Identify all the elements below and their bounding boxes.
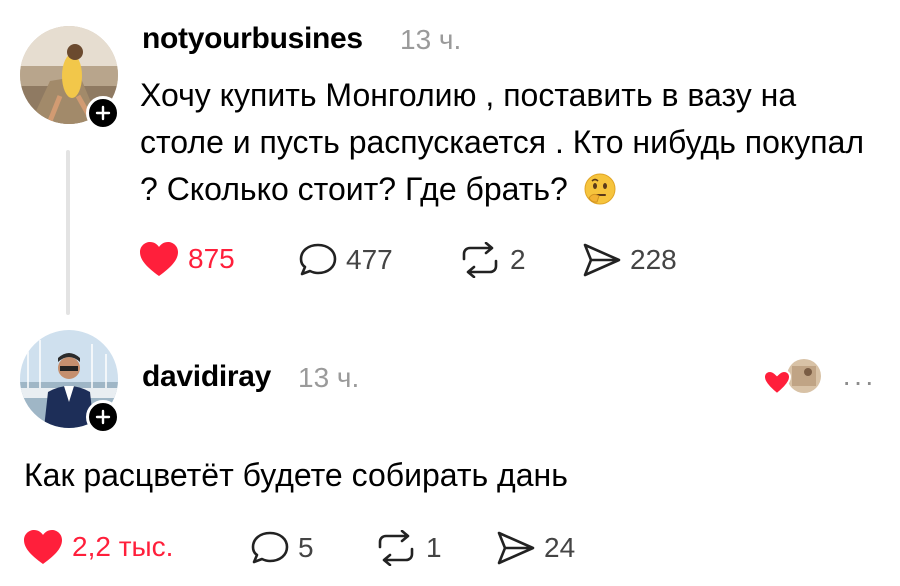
post-share-count: 228 [630,244,677,275]
post-comment-count: 477 [346,244,393,275]
heart-filled-icon [24,530,62,564]
reply-share-button[interactable]: 24 [496,530,575,566]
post-like-count: 875 [188,243,235,274]
thinking-face-icon [583,172,617,219]
comment-bubble-icon [251,531,289,564]
post-text: Хочу купить Монголию , поставить в вазу … [140,72,880,219]
plus-icon [95,409,111,425]
reply-text: Как расцветёт будете собирать дань [24,457,568,493]
reply-share-count: 24 [544,532,576,563]
repost-icon [378,530,414,566]
post-repost-button[interactable]: 2 [458,242,526,278]
follow-plus-button[interactable] [86,96,120,130]
more-options-button[interactable]: ··· [842,366,876,398]
reply-like-count: 2,2 тыс. [72,531,174,562]
author-like-heart-icon [762,359,821,396]
comment-bubble-icon [299,243,337,276]
reply-comment-count: 5 [298,532,314,563]
follow-plus-button[interactable] [86,400,120,434]
author-liked-indicator [762,356,822,398]
plus-icon [95,105,111,121]
heart-filled-icon [140,242,178,276]
reply-timestamp: 13 ч. [298,362,360,393]
post-text-body: Хочу купить Монголию , поставить в вазу … [140,77,865,207]
reply-repost-count: 1 [426,532,442,563]
reply-repost-button[interactable]: 1 [374,530,442,566]
reply-like-button[interactable]: 2,2 тыс. [22,528,173,566]
send-icon [497,531,535,565]
thread-line [66,150,70,315]
post-repost-count: 2 [510,244,526,275]
post-comment-button[interactable]: 477 [298,242,393,278]
post-like-button[interactable]: 875 [138,240,235,278]
post-timestamp: 13 ч. [400,24,462,55]
post-username[interactable]: notyourbusines [142,22,363,56]
repost-icon [462,242,498,278]
reply-username[interactable]: davidiray [142,360,271,394]
post-share-button[interactable]: 228 [582,242,677,278]
send-icon [583,243,621,277]
reply-comment-button[interactable]: 5 [250,530,314,566]
